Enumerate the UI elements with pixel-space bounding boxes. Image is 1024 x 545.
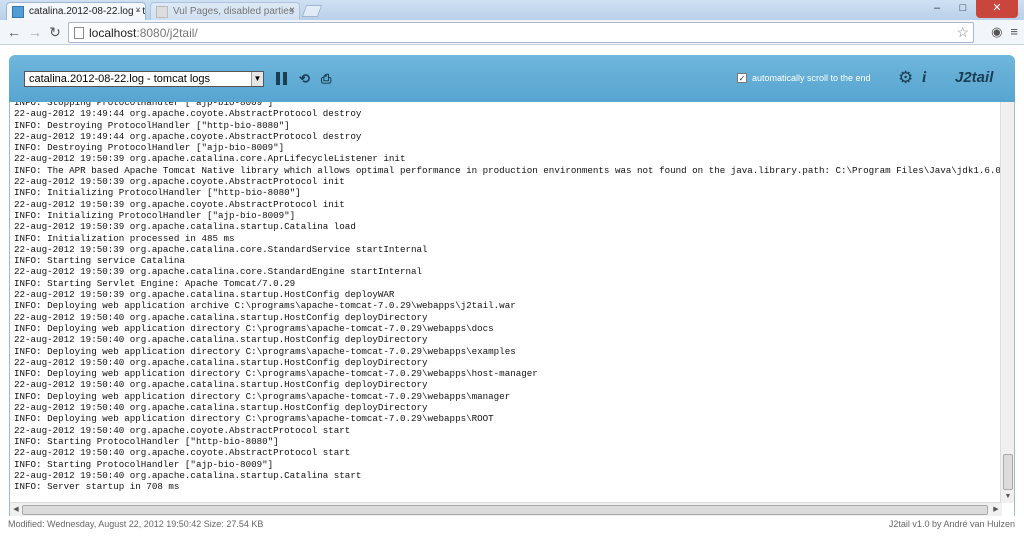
log-line: 22-aug-2012 19:50:39 org.apache.catalina… [14,266,422,278]
favicon-icon [12,6,24,18]
log-line: 22-aug-2012 19:50:40 org.apache.catalina… [14,356,428,368]
scroll-left-arrow[interactable]: ◀ [10,503,22,516]
eye-icon[interactable]: ◉ [991,24,1002,40]
pause-icon[interactable] [276,72,288,86]
log-line: INFO: Starting ProtocolHandler ["ajp-bio… [14,458,274,470]
back-icon[interactable]: ← [6,24,22,40]
log-line: INFO: Starting ProtocolHandler ["http-bi… [14,435,279,447]
log-line: 22-aug-2012 19:50:39 org.apache.catalina… [14,289,395,301]
log-line: 22-aug-2012 19:50:40 org.apache.coyote.A… [14,424,351,436]
log-line: INFO: Destroying ProtocolHandler ["http-… [14,119,290,131]
gear-icon[interactable]: ⚙ [898,69,913,87]
log-line: INFO: Starting service Catalina [14,255,185,267]
log-line: INFO: Deploying web application archive … [14,300,516,312]
app-header: catalina.2012-08-22.log - tomcat logs ▼ … [9,55,1015,102]
address-bar[interactable]: localhost:8080/j2tail/ ☆ [68,22,974,43]
chevron-down-icon: ▼ [251,72,263,86]
window-buttons: – □ ✕ [924,0,1018,18]
log-line: 22-aug-2012 19:50:39 org.apache.catalina… [14,243,428,255]
j2tail-app: catalina.2012-08-22.log - tomcat logs ▼ … [9,55,1015,517]
browser-extensions: ◉ ≡ [991,24,1018,40]
log-line: INFO: Initializing ProtocolHandler ["htt… [14,187,301,199]
log-line: INFO: Destroying ProtocolHandler ["ajp-b… [14,142,285,154]
page-icon [74,27,84,39]
info-icon[interactable]: i [922,69,926,87]
new-tab-button[interactable] [301,5,323,17]
log-line: 22-aug-2012 19:50:40 org.apache.catalina… [14,402,428,414]
log-line: 22-aug-2012 19:50:40 org.apache.catalina… [14,311,428,323]
log-line: INFO: Deploying web application director… [14,413,494,425]
log-line: INFO: Initialization processed in 485 ms [14,232,235,244]
url-text: localhost:8080/j2tail/ [89,26,198,40]
reload-log-icon[interactable]: ⟲ [299,72,313,86]
browser-toolbar: ← → ↻ localhost:8080/j2tail/ ☆ ◉ ≡ [0,20,1024,45]
log-line: 22-aug-2012 19:50:40 org.apache.coyote.A… [14,447,351,459]
file-meta: Modified: Wednesday, August 22, 2012 19:… [8,519,264,529]
wrench-icon[interactable]: ≡ [1010,24,1018,40]
log-line: INFO: The APR based Apache Tomcat Native… [14,164,1004,176]
log-line: 22-aug-2012 19:50:39 org.apache.coyote.A… [14,198,345,210]
status-footer: Modified: Wednesday, August 22, 2012 19:… [0,516,1024,545]
log-line: 22-aug-2012 19:49:44 org.apache.coyote.A… [14,108,362,120]
tab-title: Vul Pages, disabled parties [173,6,294,17]
log-line: 22-aug-2012 19:50:39 org.apache.catalina… [14,153,406,165]
tab-close-icon[interactable]: × [135,5,141,16]
log-line: 22-aug-2012 19:50:40 org.apache.catalina… [14,379,428,391]
log-line: 22-aug-2012 19:50:40 org.apache.catalina… [14,334,428,346]
minimize-button[interactable]: – [924,0,950,18]
log-panel[interactable]: INFO: Stopping ProtocolHandler ["ajp-bio… [9,102,1015,517]
horizontal-scrollbar[interactable]: ◀ ▶ [10,502,1002,516]
browser-tabstrip: catalina.2012-08-22.log - to × Vul Pages… [0,0,1024,20]
log-line: INFO: Deploying web application director… [14,390,511,402]
log-line: 22-aug-2012 19:49:44 org.apache.coyote.A… [14,130,362,142]
log-file-select[interactable]: catalina.2012-08-22.log - tomcat logs ▼ [24,71,264,87]
reload-icon[interactable]: ↻ [47,24,63,40]
vertical-scrollbar-thumb[interactable] [1003,454,1013,490]
autoscroll-checkbox[interactable]: ✓ [737,73,747,83]
vertical-scrollbar[interactable]: ▼ [1000,102,1014,503]
tab-title: catalina.2012-08-22.log - to [29,6,146,17]
log-line: INFO: Deploying web application director… [14,345,516,357]
log-line: INFO: Deploying web application director… [14,322,494,334]
log-line: INFO: Deploying web application director… [14,368,538,380]
star-icon[interactable]: ☆ [956,24,969,41]
log-line: 22-aug-2012 19:50:39 org.apache.catalina… [14,221,356,233]
forward-icon[interactable]: → [27,24,43,40]
autoscroll-label: automatically scroll to the end [752,73,871,83]
log-text: INFO: Stopping ProtocolHandler ["ajp-bio… [14,102,1004,492]
favicon-icon [156,6,168,18]
credit-text: J2tail v1.0 by André van Hulzen [888,519,1015,529]
brand-logo: J2tail [955,69,994,86]
maximize-button[interactable]: □ [950,0,976,18]
log-line: INFO: Initializing ProtocolHandler ["ajp… [14,209,296,221]
tab-other[interactable]: Vul Pages, disabled parties × [150,2,300,20]
scroll-down-arrow[interactable]: ▼ [1001,491,1014,503]
autoscroll-toggle[interactable]: ✓ automatically scroll to the end [737,73,871,83]
close-window-button[interactable]: ✕ [976,0,1018,18]
log-file-select-value: catalina.2012-08-22.log - tomcat logs [29,73,210,85]
horizontal-scrollbar-thumb[interactable] [22,505,988,515]
scroll-right-arrow[interactable]: ▶ [990,503,1002,516]
tab-catalina-log[interactable]: catalina.2012-08-22.log - to × [6,2,146,20]
tab-close-icon[interactable]: × [289,5,295,16]
clear-log-icon[interactable]: ⎙ [321,72,335,86]
log-line: INFO: Starting Servlet Engine: Apache To… [14,277,296,289]
log-line: 22-aug-2012 19:50:40 org.apache.catalina… [14,469,362,481]
log-line: INFO: Server startup in 708 ms [14,481,180,493]
log-line: 22-aug-2012 19:50:39 org.apache.coyote.A… [14,176,345,188]
